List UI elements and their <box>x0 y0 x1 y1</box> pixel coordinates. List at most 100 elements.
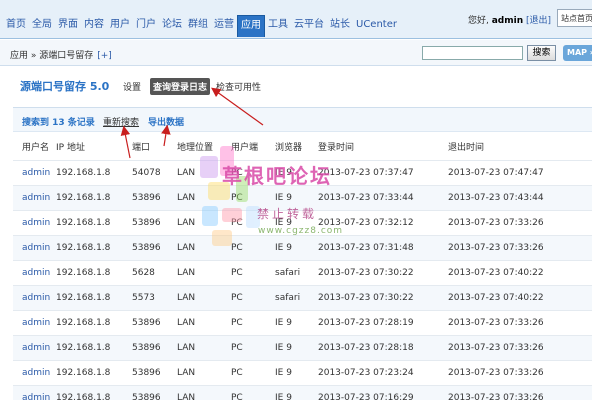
username-link[interactable]: admin <box>13 384 56 400</box>
plugin-menu-item[interactable]: 设置 <box>123 80 141 93</box>
site-select[interactable]: 站点首页 <box>557 9 592 27</box>
table-cell: 192.168.1.8 <box>56 384 132 400</box>
table-cell: PC <box>231 359 275 385</box>
greeting-text: 您好, <box>468 16 492 26</box>
table-cell: 2013-07-23 07:28:19 <box>318 309 448 335</box>
nav-item[interactable]: 论坛 <box>159 15 185 37</box>
table-cell: 192.168.1.8 <box>56 284 132 310</box>
nav-item[interactable]: 应用 <box>237 15 265 37</box>
table-cell: 53896 <box>132 309 177 335</box>
table-row: admin192.168.1.853896LANPCIE 92013-07-23… <box>13 359 592 385</box>
table-cell: PC <box>231 259 275 285</box>
table-cell: 2013-07-23 07:33:26 <box>448 209 592 235</box>
table-cell: IE 9 <box>275 384 318 400</box>
breadcrumb-bar: 应用 » 源端口号留存[+] 搜索 MAP » <box>0 40 592 66</box>
table-cell: LAN <box>177 309 231 335</box>
nav-item[interactable]: 云平台 <box>291 15 327 37</box>
reset-search-link[interactable]: 重新搜索 <box>103 115 139 128</box>
username-link[interactable]: admin <box>13 284 56 310</box>
table-cell: LAN <box>177 334 231 360</box>
table-cell: 2013-07-23 07:40:22 <box>448 259 592 285</box>
table-cell: 2013-07-23 07:33:26 <box>448 309 592 335</box>
table-cell: 53896 <box>132 184 177 210</box>
add-shortcut-link[interactable]: [+] <box>97 51 112 61</box>
table-cell: 54078 <box>132 159 177 185</box>
table-cell: 2013-07-23 07:16:29 <box>318 384 448 400</box>
username-link[interactable]: admin <box>13 334 56 360</box>
export-data-link[interactable]: 导出数据 <box>148 115 184 128</box>
table-row: admin192.168.1.853896LANPCIE 92013-07-23… <box>13 334 592 360</box>
table-cell: 5573 <box>132 284 177 310</box>
username-link[interactable]: admin <box>13 309 56 335</box>
table-cell: 53896 <box>132 209 177 235</box>
table-cell: PC <box>231 309 275 335</box>
nav-item[interactable]: UCenter <box>353 15 400 37</box>
plugin-menu-item[interactable]: 查询登录日志 <box>150 78 211 95</box>
search-input[interactable] <box>422 46 523 60</box>
table-row: admin 192.168.1.8 5573 LAN PC safari 2013-07-2… <box>13 284 592 310</box>
table-cell: 192.168.1.8 <box>56 209 132 235</box>
breadcrumb: 应用 » 源端口号留存 [+] <box>10 48 112 61</box>
map-button[interactable]: MAP » <box>563 45 592 61</box>
table-cell: 2013-07-23 07:40:22 <box>448 284 592 310</box>
user-info: 您好, admin [退出] <box>468 13 551 26</box>
watermark-title: 草根吧论坛 <box>222 164 332 188</box>
table-cell: 192.168.1.8 <box>56 334 132 360</box>
username-link[interactable]: admin <box>13 259 56 285</box>
username-link[interactable]: admin <box>13 234 56 260</box>
nav-item[interactable]: 用户 <box>107 15 133 37</box>
nav-item[interactable]: 群组 <box>185 15 211 37</box>
nav-item[interactable]: 运营 <box>211 15 237 37</box>
logout-link[interactable]: [退出] <box>526 16 551 26</box>
nav-item[interactable]: 内容 <box>81 15 107 37</box>
watermark-url: www.cgzz8.com <box>258 226 344 236</box>
table-cell: 5628 <box>132 259 177 285</box>
table-cell: PC <box>231 284 275 310</box>
username-link[interactable]: admin <box>13 359 56 385</box>
table-cell: 2013-07-23 07:33:26 <box>448 334 592 360</box>
plugin-menu-item[interactable]: 检查可用性 <box>216 80 261 93</box>
nav-item[interactable]: 站长 <box>327 15 353 37</box>
nav-item[interactable]: 工具 <box>265 15 291 37</box>
table-row: admin192.168.1.853896LANPCIE 92013-07-23… <box>13 384 592 400</box>
table-cell: 2013-07-23 07:30:22 <box>318 284 448 310</box>
table-cell: 2013-07-23 07:33:26 <box>448 234 592 260</box>
table-cell: IE 9 <box>275 309 318 335</box>
column-header: 用户名 <box>22 143 50 154</box>
table-cell: IE 9 <box>275 359 318 385</box>
nav-item[interactable]: 首页 <box>3 15 29 37</box>
column-header: 退出时间 <box>448 143 485 154</box>
table-cell: 53896 <box>132 384 177 400</box>
username-link[interactable]: admin <box>13 209 56 235</box>
username-link[interactable]: admin <box>13 159 56 185</box>
username-link[interactable]: admin <box>13 184 56 210</box>
table-cell: 2013-07-23 07:43:44 <box>448 184 592 210</box>
table-cell: safari <box>275 284 318 310</box>
nav-item[interactable]: 门户 <box>133 15 159 37</box>
username: admin <box>491 16 524 26</box>
table-cell: LAN <box>177 359 231 385</box>
plugin-menu: 设置 查询登录日志 检查可用性 <box>123 78 270 95</box>
table-cell: 53896 <box>132 334 177 360</box>
search-button[interactable]: 搜索 <box>527 45 556 61</box>
result-toolbar: 搜索到 13 条记录 重新搜索 导出数据 <box>13 108 592 132</box>
nav-item[interactable]: 全局 <box>29 15 55 37</box>
table-cell: 2013-07-23 07:28:18 <box>318 334 448 360</box>
table-cell: 192.168.1.8 <box>56 359 132 385</box>
table-cell: 192.168.1.8 <box>56 259 132 285</box>
table-cell: 2013-07-23 07:33:26 <box>448 384 592 400</box>
table-cell: 192.168.1.8 <box>56 184 132 210</box>
table-cell: 192.168.1.8 <box>56 159 132 185</box>
watermark-subtitle: 禁止转载 <box>257 207 318 221</box>
table-cell: 2013-07-23 07:30:22 <box>318 259 448 285</box>
table-cell: 53896 <box>132 359 177 385</box>
result-count: 搜索到 13 条记录 <box>22 118 95 128</box>
table-cell: LAN <box>177 284 231 310</box>
table-cell: 53896 <box>132 234 177 260</box>
table-row: admin 192.168.1.8 5628 LAN PC safari 2013-07-2… <box>13 259 592 285</box>
nav-item[interactable]: 界面 <box>55 15 81 37</box>
table-cell: 192.168.1.8 <box>56 309 132 335</box>
plugin-title: 源端口号留存 5.0 <box>20 80 110 93</box>
top-nav: 首页 全局 界面 内容 用户 门户 论坛 群组 运营 应用 工具 云平台 站长 UCenter 您好, a… <box>0 0 592 39</box>
table-cell: 2013-07-23 07:47:47 <box>448 159 592 185</box>
